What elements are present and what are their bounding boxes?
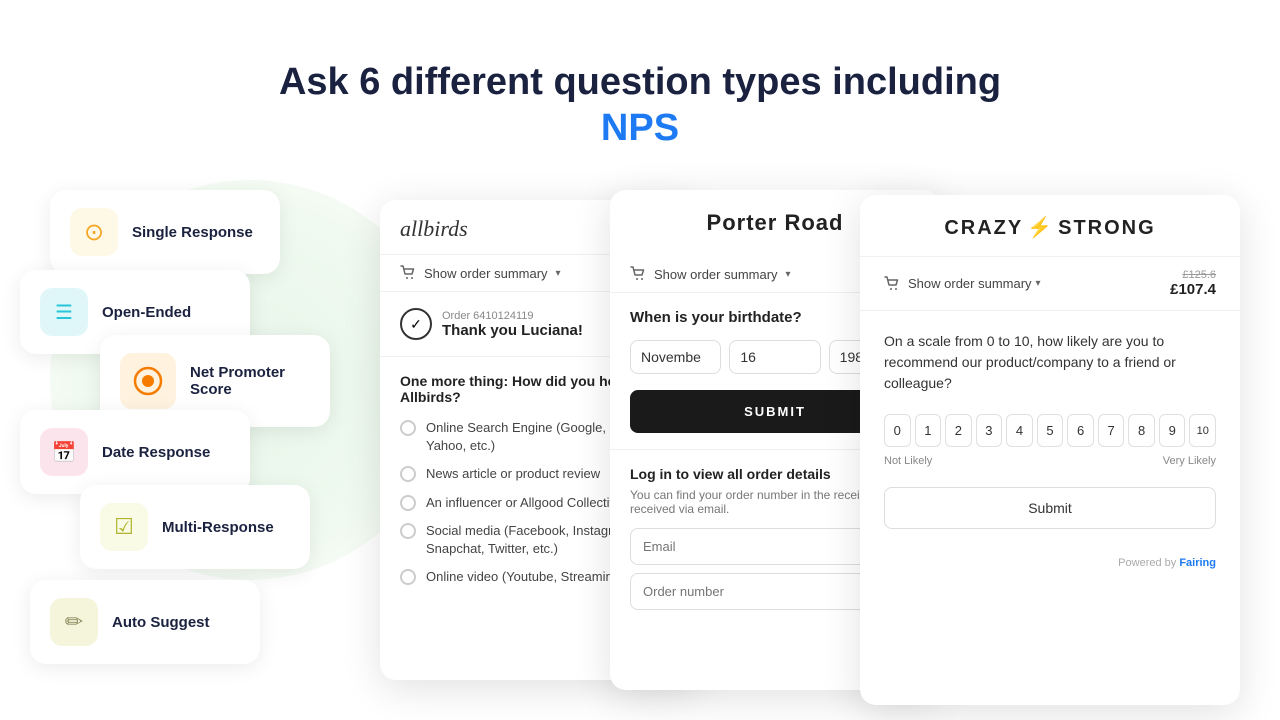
multi-response-icon: ☑: [100, 503, 148, 551]
crazy-nps-labels: Not Likely Very Likely: [884, 455, 1216, 467]
single-response-label: Single Response: [132, 224, 253, 241]
radio-icon: [400, 420, 416, 436]
nps-label: Net Promoter Score: [190, 364, 310, 398]
nps-btn-1[interactable]: 1: [915, 414, 942, 447]
card-date-response: 📅 Date Response: [20, 410, 250, 494]
date-response-icon: 📅: [40, 428, 88, 476]
radio-icon: [400, 569, 416, 585]
card-auto-suggest: ✏ Auto Suggest: [30, 580, 260, 664]
nps-btn-10[interactable]: 10: [1189, 414, 1216, 447]
page-wrapper: Ask 6 different question types including…: [0, 0, 1280, 720]
fairing-link[interactable]: Fairing: [1179, 557, 1216, 569]
allbirds-order-details: Order 6410124119 Thank you Luciana!: [442, 310, 583, 339]
not-likely-label: Not Likely: [884, 455, 932, 467]
crazy-final-price: £107.4: [1170, 281, 1216, 298]
card-multi-response: ☑ Multi-Response: [80, 485, 310, 569]
crazy-nps-question: On a scale from 0 to 10, how likely are …: [884, 331, 1216, 394]
crazy-order-summary-label: Show order summary: [908, 276, 1032, 291]
dropdown-arrow-icon: ▾: [1036, 278, 1041, 289]
multi-response-label: Multi-Response: [162, 519, 274, 536]
date-response-label: Date Response: [102, 444, 210, 461]
crazy-submit-button[interactable]: Submit: [884, 487, 1216, 529]
crazy-nps-section: On a scale from 0 to 10, how likely are …: [860, 311, 1240, 549]
check-circle-icon: ✓: [400, 308, 432, 340]
crazy-order-bar[interactable]: Show order summary ▾ £125.6 £107.4: [860, 257, 1240, 311]
header-title-text: Ask 6 different question types including: [279, 61, 1001, 103]
single-response-icon: ⊙: [70, 208, 118, 256]
porter-order-summary-label: Show order summary: [654, 267, 778, 282]
allbirds-order-summary-label: Show order summary: [424, 266, 548, 281]
crazy-strong-panel: CRAZY⚡STRONG Show order summary ▾ £125.6…: [860, 195, 1240, 705]
radio-icon: [400, 495, 416, 511]
lightning-icon: ⚡: [1027, 217, 1054, 239]
dropdown-arrow-icon: ▾: [786, 269, 791, 280]
header-section: Ask 6 different question types including…: [0, 0, 1280, 151]
nps-btn-7[interactable]: 7: [1098, 414, 1125, 447]
nps-btn-3[interactable]: 3: [976, 414, 1003, 447]
crazy-strong-logo: CRAZY⚡STRONG: [944, 215, 1155, 240]
page-title: Ask 6 different question types including…: [0, 60, 1280, 151]
auto-suggest-icon: ✏: [50, 598, 98, 646]
powered-by-text: Powered by: [1118, 557, 1179, 569]
nps-btn-4[interactable]: 4: [1006, 414, 1033, 447]
radio-icon: [400, 523, 416, 539]
porter-day-select[interactable]: 16: [729, 340, 820, 374]
nps-btn-0[interactable]: 0: [884, 414, 911, 447]
cards-area: ⊙ Single Response ☰ Open-Ended Net Promo…: [0, 190, 1280, 720]
allbirds-thank-you: Thank you Luciana!: [442, 322, 583, 339]
nps-btn-8[interactable]: 8: [1128, 414, 1155, 447]
radio-icon: [400, 466, 416, 482]
crazy-powered-by: Powered by Fairing: [860, 549, 1240, 577]
nps-icon: [120, 353, 176, 409]
card-single-response: ⊙ Single Response: [50, 190, 280, 274]
header-nps-highlight: NPS: [601, 107, 679, 149]
auto-suggest-label: Auto Suggest: [112, 614, 210, 631]
crazy-logo-part2: STRONG: [1058, 217, 1156, 239]
open-ended-label: Open-Ended: [102, 304, 191, 321]
crazy-nps-scale: 0 1 2 3 4 5 6 7 8 9 10: [884, 414, 1216, 447]
cart-icon: [884, 276, 900, 292]
cart-icon: [630, 266, 646, 282]
allbirds-order-id: Order 6410124119: [442, 310, 583, 322]
crazy-header: CRAZY⚡STRONG: [860, 195, 1240, 257]
nps-btn-6[interactable]: 6: [1067, 414, 1094, 447]
very-likely-label: Very Likely: [1163, 455, 1216, 467]
crazy-logo-part1: CRAZY: [944, 217, 1023, 239]
cart-icon: [400, 265, 416, 281]
nps-btn-2[interactable]: 2: [945, 414, 972, 447]
allbirds-option-label-2: News article or product review: [426, 465, 600, 483]
nps-btn-5[interactable]: 5: [1037, 414, 1064, 447]
dropdown-arrow-icon: ▾: [556, 268, 561, 279]
open-ended-icon: ☰: [40, 288, 88, 336]
porter-month-select[interactable]: Novembe: [630, 340, 721, 374]
nps-btn-9[interactable]: 9: [1159, 414, 1186, 447]
crazy-price-col: £125.6 £107.4: [1170, 269, 1216, 298]
crazy-original-price: £125.6: [1170, 269, 1216, 281]
